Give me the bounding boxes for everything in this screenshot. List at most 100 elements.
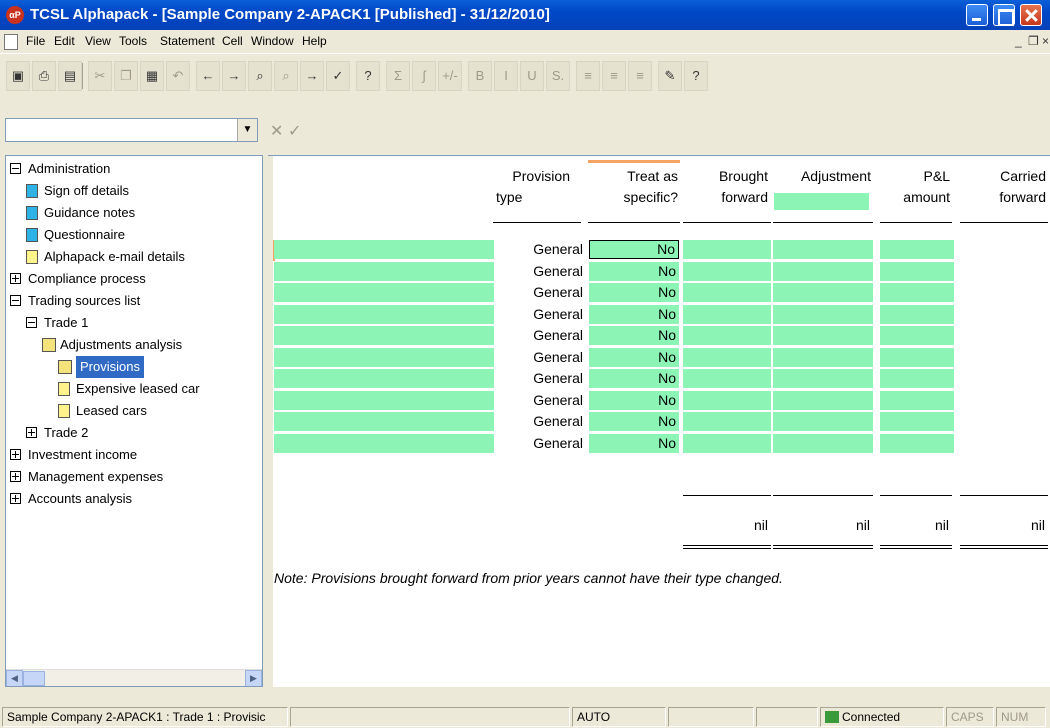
formula-icon[interactable]: ∫ <box>412 61 436 91</box>
adjustment-input[interactable] <box>773 390 873 410</box>
pl-amount-input[interactable] <box>880 433 954 453</box>
menu-cell[interactable]: Cell <box>222 34 243 48</box>
chevron-down-icon[interactable]: ▼ <box>237 119 257 141</box>
pl-amount-input[interactable] <box>880 326 954 345</box>
menu-file[interactable]: File <box>26 34 45 48</box>
adjustment-header-input[interactable] <box>774 193 869 210</box>
brought-forward-input[interactable] <box>683 326 771 345</box>
menu-tools[interactable]: Tools <box>119 34 147 48</box>
adjustment-input[interactable] <box>773 261 873 281</box>
cancel-edit-icon[interactable]: ✕ <box>270 121 283 141</box>
treat-as-specific-cell[interactable]: No <box>589 261 679 281</box>
treat-as-specific-cell[interactable]: No <box>589 433 679 453</box>
mdi-close-button[interactable]: × <box>1042 34 1049 48</box>
pl-amount-input[interactable] <box>880 369 954 388</box>
tree-item-sign-off-details[interactable]: Sign off details <box>6 180 262 202</box>
provision-type-cell[interactable]: General <box>503 412 583 431</box>
adjustment-input[interactable] <box>773 433 873 453</box>
tree-item-provisions[interactable]: Provisions <box>6 356 262 378</box>
tree-item-expensive-leased-car[interactable]: Expensive leased car <box>6 378 262 400</box>
cut-icon[interactable]: ✂ <box>88 61 112 91</box>
provision-description-input[interactable] <box>274 433 494 453</box>
scroll-left-icon[interactable]: ◀ <box>6 670 23 686</box>
expand-icon[interactable] <box>26 427 37 438</box>
collapse-icon[interactable] <box>26 317 37 328</box>
treat-as-specific-cell[interactable]: No <box>589 240 679 259</box>
provision-type-cell[interactable]: General <box>503 305 583 324</box>
provision-type-cell[interactable]: General <box>503 391 583 410</box>
maximize-button[interactable] <box>993 4 1015 26</box>
tree-item-adjustments-analysis[interactable]: Adjustments analysis <box>6 334 262 356</box>
brought-forward-input[interactable] <box>683 433 771 453</box>
treat-as-specific-cell[interactable]: No <box>589 283 679 302</box>
find-next-icon[interactable]: ⌕ <box>274 61 298 91</box>
menu-view[interactable]: View <box>85 34 111 48</box>
expand-icon[interactable] <box>10 471 21 482</box>
collapse-icon[interactable] <box>10 295 21 306</box>
brought-forward-input[interactable] <box>683 412 771 431</box>
tree-item-guidance-notes[interactable]: Guidance notes <box>6 202 262 224</box>
pl-amount-input[interactable] <box>880 261 954 281</box>
treat-as-specific-cell[interactable]: No <box>589 304 679 324</box>
forward-icon[interactable]: → <box>222 61 246 91</box>
brought-forward-input[interactable] <box>683 261 771 281</box>
tree-item-investment-income[interactable]: Investment income <box>6 444 262 466</box>
provision-type-cell[interactable]: General <box>503 434 583 453</box>
brought-forward-input[interactable] <box>683 347 771 367</box>
adjustment-input[interactable] <box>773 283 873 302</box>
provision-description-input[interactable] <box>274 412 494 431</box>
accept-edit-icon[interactable]: ✓ <box>288 121 301 141</box>
tree-item-management-expenses[interactable]: Management expenses <box>6 466 262 488</box>
provision-description-input[interactable] <box>274 347 494 367</box>
minimize-button[interactable] <box>966 4 988 26</box>
tree-horizontal-scrollbar[interactable]: ◀ ▶ <box>6 669 262 686</box>
provision-type-cell[interactable]: General <box>503 348 583 367</box>
sum-icon[interactable]: Σ <box>386 61 410 91</box>
brought-forward-input[interactable] <box>683 369 771 388</box>
provision-description-input[interactable] <box>274 369 494 388</box>
expand-icon[interactable] <box>10 449 21 460</box>
tree-item-compliance-process[interactable]: Compliance process <box>6 268 262 290</box>
scroll-right-icon[interactable]: ▶ <box>245 670 262 686</box>
tree-item-alphapack-e-mail-details[interactable]: Alphapack e-mail details <box>6 246 262 268</box>
paste-icon[interactable]: ▦ <box>140 61 164 91</box>
align-left-icon[interactable]: ≡ <box>576 61 600 91</box>
pl-amount-input[interactable] <box>880 412 954 431</box>
menu-statement[interactable]: Statement <box>160 34 215 48</box>
bold-icon[interactable]: B <box>468 61 492 91</box>
notes-icon[interactable]: ✎ <box>658 61 682 91</box>
plus-minus-icon[interactable]: +/- <box>438 61 462 91</box>
adjustment-input[interactable] <box>773 304 873 324</box>
close-button[interactable] <box>1020 4 1042 26</box>
tree-item-leased-cars[interactable]: Leased cars <box>6 400 262 422</box>
print-preview-icon[interactable]: ▤ <box>58 61 82 91</box>
scroll-thumb[interactable] <box>23 671 45 686</box>
collapse-icon[interactable] <box>10 163 21 174</box>
pl-amount-input[interactable] <box>880 390 954 410</box>
tree-item-trading-sources-list[interactable]: Trading sources list <box>6 290 262 312</box>
tree-item-trade-1[interactable]: Trade 1 <box>6 312 262 334</box>
pl-amount-input[interactable] <box>880 347 954 367</box>
back-icon[interactable]: ← <box>196 61 220 91</box>
treat-as-specific-cell[interactable]: No <box>589 326 679 345</box>
document-icon[interactable] <box>4 34 18 50</box>
provision-type-cell[interactable]: General <box>503 240 583 259</box>
cell-reference-combo[interactable]: ▼ <box>5 118 258 142</box>
pl-amount-input[interactable] <box>880 304 954 324</box>
adjustment-input[interactable] <box>773 412 873 431</box>
provision-description-input[interactable] <box>274 283 494 302</box>
adjustment-input[interactable] <box>773 347 873 367</box>
menu-edit[interactable]: Edit <box>54 34 75 48</box>
find-icon[interactable]: ⌕ <box>248 61 272 91</box>
provision-type-cell[interactable]: General <box>503 283 583 302</box>
pl-amount-input[interactable] <box>880 240 954 259</box>
provision-type-cell[interactable]: General <box>503 262 583 281</box>
s-format-icon[interactable]: S. <box>546 61 570 91</box>
mdi-restore-button[interactable]: ❐ <box>1028 34 1039 48</box>
brought-forward-input[interactable] <box>683 240 771 259</box>
menu-window[interactable]: Window <box>251 34 294 48</box>
brought-forward-input[interactable] <box>683 304 771 324</box>
treat-as-specific-cell[interactable]: No <box>589 347 679 367</box>
spellcheck-icon[interactable]: ✓ <box>326 61 350 91</box>
provision-description-input[interactable] <box>274 240 494 259</box>
